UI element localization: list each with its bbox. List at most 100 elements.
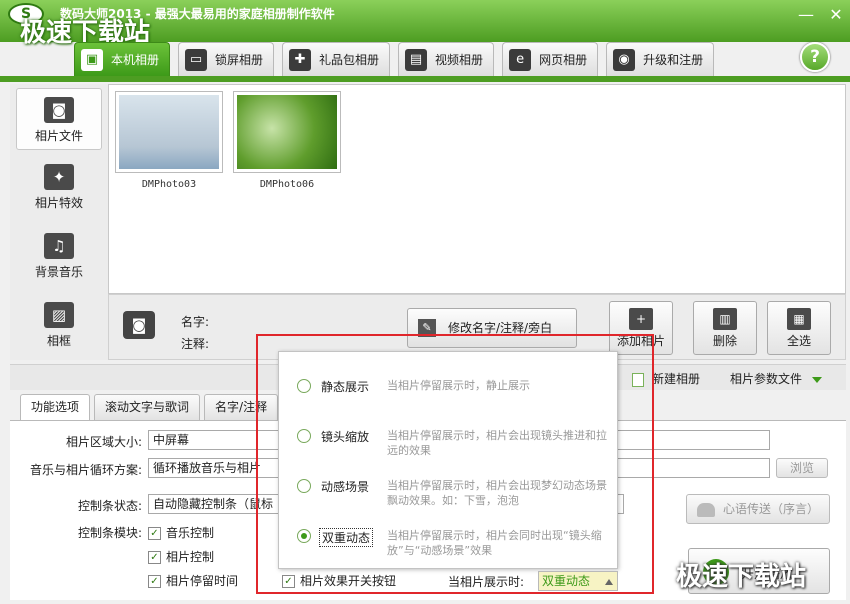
camera-icon: ◙ [123,311,155,339]
radio-button-selected[interactable] [297,529,311,543]
checkbox-music-control[interactable]: ✓ 音乐控制 [148,524,214,541]
sidebar-item-label: 相片特效 [34,196,83,210]
param-file-button[interactable]: 相片参数文件 [730,370,823,387]
option-zoom[interactable]: 镜头缩放 当相片停留展示时，相片会出现镜头推进和拉远的效果 [279,424,619,472]
photo-caption: DMPhoto06 [259,179,315,190]
ctrl-module-label: 控制条模块: [77,526,142,540]
checkbox-checked-icon: ✓ [282,575,295,588]
option-desc: 当相片停留展示时，静止展示 [387,379,530,392]
help-button[interactable]: ? [800,42,830,72]
film-icon: ▤ [405,48,428,71]
radio-button[interactable] [297,479,311,493]
display-mode-label: 当相片展示时: [448,575,525,589]
tab-name-note[interactable]: 名字/注释 [204,394,279,420]
tab-lockscreen-album[interactable]: ▭ 锁屏相册 [178,42,275,76]
browse-button[interactable]: 浏览 [776,458,828,478]
sidebar: ◙ 相片文件 ✦ 相片特效 ♫ 背景音乐 ▨ 相框 [10,84,108,360]
options-tabs: 功能选项 滚动文字与歌词 名字/注释 [20,394,279,420]
note-label: 注释: [181,337,210,351]
option-name: 静态展示 [321,380,370,394]
delete-label: 删除 [712,334,737,348]
option-dual-dynamic[interactable]: 双重动态 当相片停留展示时，相片会同时出现“镜头缩放”与“动感场景”效果 [279,524,619,572]
sidebar-item-photo-effects[interactable]: ✦ 相片特效 [16,156,102,218]
heart-icon [696,502,715,517]
ctrl-state-label: 控制条状态: [77,499,142,513]
rename-button[interactable]: ✎ 修改名字/注释/旁白 [407,308,577,348]
tab-gift-album[interactable]: ✚ 礼品包相册 [282,42,391,76]
checkbox-checked-icon: ✓ [148,551,161,564]
checkbox-label: 相片效果开关按钮 [300,574,397,588]
select-all-button[interactable]: ▦ 全选 [767,301,831,355]
checkbox-label: 相片停留时间 [166,574,239,588]
minimize-button[interactable]: — [796,6,816,24]
option-static[interactable]: 静态展示 当相片停留展示时，静止展示 [279,374,619,422]
new-album-label: 新建相册 [652,372,701,386]
sidebar-item-frame[interactable]: ▨ 相框 [16,294,102,356]
option-name: 镜头缩放 [321,430,370,444]
area-size-label: 相片区域大小: [65,435,142,449]
add-photo-icon: + [629,308,653,330]
tab-label: 视频相册 [435,53,484,67]
tab-label: 本机相册 [111,53,160,67]
watermark-bottom: 极速下载站 [676,562,807,592]
chevron-up-icon [605,579,613,585]
option-desc: 当相片停留展示时，相片会同时出现“镜头缩放”与“动感场景”效果 [387,529,602,557]
trash-icon: ▥ [713,308,737,330]
option-dynamic-scene[interactable]: 动感场景 当相片停留展示时，相片会出现梦幻动态场景飘动效果。如：下雪，泡泡 [279,474,619,522]
display-mode-value: 双重动态 [542,574,591,588]
tab-local-album[interactable]: ▣ 本机相册 [74,42,171,76]
checkbox-photo-duration[interactable]: ✓ 相片停留时间 [148,572,238,589]
rename-button-label: 修改名字/注释/旁白 [448,321,553,335]
checkbox-label: 音乐控制 [166,526,215,540]
sidebar-item-photo-files[interactable]: ◙ 相片文件 [16,88,102,150]
photo-image [237,95,337,169]
option-desc: 当相片停留展示时，相片会出现梦幻动态场景飘动效果。如：下雪，泡泡 [387,479,607,507]
tab-upgrade-register[interactable]: ◉ 升级和注册 [606,42,715,76]
sidebar-item-label: 相片文件 [34,129,83,143]
new-album-button[interactable]: 新建相册 [632,370,700,387]
sidebar-item-label: 背景音乐 [34,265,83,279]
photo-thumbnail[interactable] [115,91,223,173]
tab-label: 锁屏相册 [215,53,264,67]
tab-label: 礼品包相册 [319,53,380,67]
heart-message-label: 心语传送（序言） [722,502,819,516]
main-tabs: ▣ 本机相册 ▭ 锁屏相册 ✚ 礼品包相册 ▤ 视频相册 e 网页相册 ◉ 升级… [74,42,715,76]
chevron-down-icon [812,376,823,383]
add-photo-button[interactable]: + 添加相片 [609,301,673,355]
gift-icon: ✚ [289,48,312,71]
heart-message-button[interactable]: 心语传送（序言） [686,494,830,524]
globe-icon: ◉ [613,48,636,71]
add-photo-label: 添加相片 [616,334,665,348]
tab-video-album[interactable]: ▤ 视频相册 [398,42,495,76]
tab-scroll-text[interactable]: 滚动文字与歌词 [94,394,201,420]
option-name: 双重动态 [319,528,374,547]
photo-caption: DMPhoto03 [141,179,197,190]
sidebar-item-label: 相框 [46,334,71,348]
tab-web-album[interactable]: e 网页相册 [502,42,599,76]
close-button[interactable]: ✕ [826,6,846,24]
option-name: 动感场景 [321,480,370,494]
display-mode-select[interactable]: 双重动态 [538,571,618,591]
param-file-label: 相片参数文件 [730,372,803,386]
monitor-icon: ▭ [185,48,208,71]
checkbox-effect-toggle[interactable]: ✓ 相片效果开关按钮 [282,572,396,589]
person-photo-icon: ▣ [81,48,103,71]
name-label: 名字: [181,315,210,329]
radio-button[interactable] [297,429,311,443]
photo-thumbnail[interactable] [233,91,341,173]
checkbox-photo-control[interactable]: ✓ 相片控制 [148,548,214,565]
effects-icon: ✦ [44,164,74,190]
radio-button[interactable] [297,379,311,393]
tab-function-options[interactable]: 功能选项 [20,394,91,420]
checkbox-label: 相片控制 [166,550,215,564]
ie-icon: e [509,48,532,71]
select-all-label: 全选 [786,334,811,348]
photo-list: DMPhoto03 DMPhoto06 [108,84,846,294]
sidebar-item-background-music[interactable]: ♫ 背景音乐 [16,225,102,287]
photo-image [119,95,219,169]
tab-label: 升级和注册 [643,53,704,67]
delete-button[interactable]: ▥ 删除 [693,301,757,355]
checkbox-checked-icon: ✓ [148,527,161,540]
display-mode-popup: 静态展示 当相片停留展示时，静止展示 镜头缩放 当相片停留展示时，相片会出现镜头… [278,351,618,569]
frame-icon: ▨ [44,302,74,328]
